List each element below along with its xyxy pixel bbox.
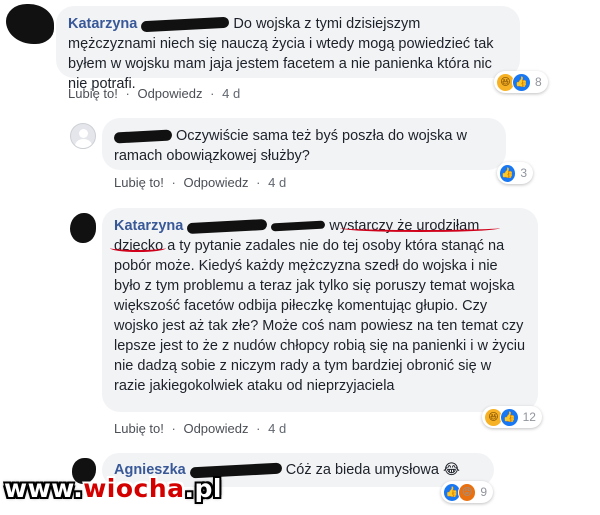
- hand-drawn-underline: [340, 224, 500, 232]
- reply-link[interactable]: Odpowiedz: [183, 175, 248, 190]
- default-avatar-icon: [79, 129, 88, 138]
- comment-time[interactable]: 4 d: [268, 421, 286, 436]
- comment-actions: Lubię to! · Odpowiedz · 4 d: [114, 175, 286, 190]
- separator-dot: ·: [171, 175, 176, 190]
- like-link[interactable]: Lubię to!: [68, 86, 118, 101]
- reactions-summary[interactable]: 😆 👍 8: [494, 71, 548, 93]
- comment-actions: Lubię to! · Odpowiedz · 4 d: [114, 421, 286, 436]
- comment-author[interactable]: Katarzyna: [114, 218, 183, 234]
- reply-link[interactable]: Odpowiedz: [183, 421, 248, 436]
- watermark-prefix: www.: [4, 474, 84, 503]
- comment-bubble: Katarzyna Do wojska z tymi dzisiejszym m…: [56, 6, 520, 92]
- comment-actions: Lubię to! · Odpowiedz · 4 d: [68, 86, 240, 101]
- separator-dot: ·: [256, 175, 261, 190]
- watermark-suffix: .pl: [184, 474, 222, 503]
- avatar[interactable]: [70, 123, 96, 149]
- comment-text: a ty pytanie zadales nie do tej osoby kt…: [114, 238, 526, 394]
- avatar[interactable]: [6, 4, 54, 44]
- comment-author[interactable]: Katarzyna: [68, 16, 137, 32]
- separator-dot: ·: [256, 421, 261, 436]
- like-link[interactable]: Lubię to!: [114, 175, 164, 190]
- comment-time[interactable]: 4 d: [222, 86, 240, 101]
- separator-dot: ·: [210, 86, 215, 101]
- comment-bubble: Oczywiście sama też byś poszła do wojska…: [102, 118, 506, 170]
- separator-dot: ·: [171, 421, 176, 436]
- comment-bubble: Katarzyna wystarczy że urodziłam dziecko…: [102, 208, 538, 412]
- reaction-count: 9: [480, 485, 487, 499]
- like-link[interactable]: Lubię to!: [114, 421, 164, 436]
- reaction-count: 3: [520, 166, 527, 180]
- comment-time[interactable]: 4 d: [268, 175, 286, 190]
- reactions-summary[interactable]: 😆 👍 12: [482, 406, 542, 428]
- watermark-accent: wiocha: [83, 474, 185, 503]
- redacted-name: [113, 129, 173, 144]
- redacted-mention: [271, 220, 326, 232]
- avatar[interactable]: [70, 213, 96, 243]
- reaction-count: 12: [522, 410, 536, 424]
- reply-link[interactable]: Odpowiedz: [137, 86, 202, 101]
- default-avatar-body: [75, 139, 92, 148]
- redacted-name: [141, 16, 230, 32]
- separator-dot: ·: [125, 86, 130, 101]
- reactions-summary[interactable]: 👍 3: [497, 162, 533, 184]
- like-reaction-icon: 👍: [499, 163, 517, 183]
- reaction-count: 8: [535, 75, 542, 89]
- like-reaction-icon: 👍: [499, 407, 519, 427]
- hand-drawn-underline: [110, 244, 166, 252]
- comment-text: Cóż za bieda umysłowa 😂: [285, 462, 460, 478]
- reactions-summary[interactable]: 👍 😡 9: [441, 481, 493, 503]
- like-reaction-icon: 👍: [512, 72, 531, 92]
- watermark: www.wiocha.pl: [4, 474, 222, 503]
- redacted-name: [187, 218, 268, 234]
- angry-reaction-icon: 😡: [458, 482, 477, 502]
